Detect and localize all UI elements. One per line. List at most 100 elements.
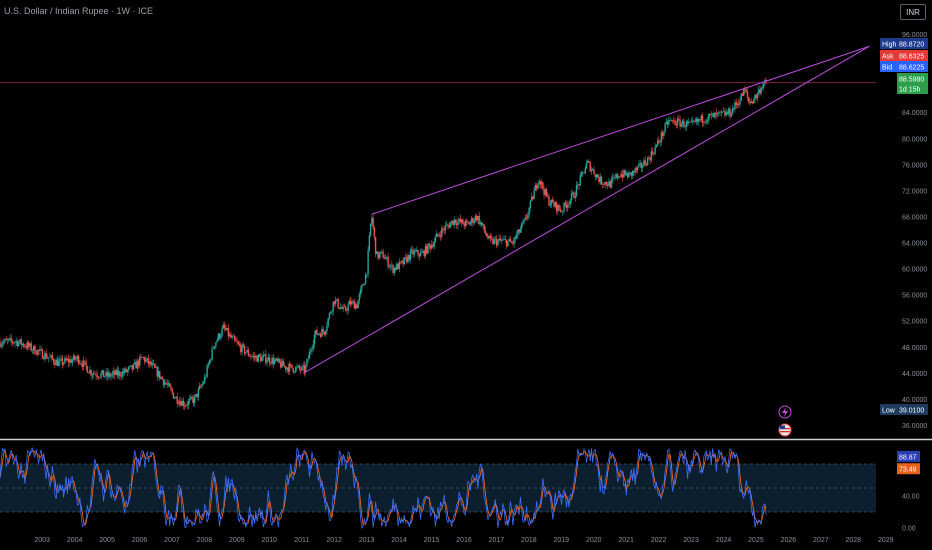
candle-body bbox=[719, 111, 721, 113]
candle-body bbox=[241, 344, 243, 353]
candle-body bbox=[665, 121, 668, 124]
price-tick-label: 56.0000 bbox=[902, 293, 927, 300]
candle-body bbox=[329, 312, 332, 314]
candle-body bbox=[341, 307, 343, 309]
candle-body bbox=[306, 359, 308, 366]
candle-body bbox=[222, 325, 225, 329]
candle-body bbox=[176, 396, 178, 404]
candle-body bbox=[686, 121, 689, 124]
candle-body bbox=[699, 119, 701, 121]
price-tick-label: 52.0000 bbox=[902, 319, 927, 326]
candle-body bbox=[689, 121, 691, 123]
candle-body bbox=[598, 177, 600, 182]
candle-body bbox=[170, 386, 172, 390]
candle-body bbox=[272, 357, 274, 365]
candle-body bbox=[351, 301, 353, 305]
candle-body bbox=[150, 361, 152, 366]
candle-body bbox=[121, 371, 123, 377]
candle-body bbox=[691, 120, 694, 122]
candle-body bbox=[188, 398, 191, 401]
candle-body bbox=[303, 365, 306, 373]
price-tick-label: 76.0000 bbox=[902, 162, 927, 169]
candle-body bbox=[197, 389, 200, 398]
candle-body bbox=[85, 361, 87, 367]
candle-body bbox=[736, 103, 739, 105]
candle-body bbox=[318, 333, 321, 335]
candle-body bbox=[473, 220, 475, 224]
candle-body bbox=[729, 108, 731, 117]
candle-body bbox=[175, 396, 177, 399]
us-flag-icon[interactable] bbox=[778, 423, 792, 437]
candle-body bbox=[240, 345, 242, 353]
price-tick-label: 36.0000 bbox=[902, 423, 927, 430]
candle-body bbox=[315, 330, 317, 335]
candle-body bbox=[673, 120, 675, 121]
candle-body bbox=[570, 193, 573, 200]
candle-body bbox=[154, 364, 156, 368]
candle-body bbox=[26, 342, 29, 348]
candle-body bbox=[524, 217, 527, 220]
currency-button[interactable]: INR bbox=[900, 4, 926, 20]
candle-body bbox=[217, 333, 220, 340]
candle-body bbox=[474, 216, 477, 221]
candle-body bbox=[13, 342, 15, 344]
candle-body bbox=[584, 168, 586, 174]
candle-body bbox=[174, 398, 176, 399]
candle-body bbox=[193, 396, 196, 404]
candle-body bbox=[569, 199, 571, 205]
candle-body bbox=[92, 373, 95, 375]
candle-body bbox=[754, 95, 756, 100]
candle-body bbox=[286, 367, 288, 370]
candle-body bbox=[32, 345, 35, 351]
time-tick-label: 2019 bbox=[553, 537, 569, 544]
candle-body bbox=[413, 251, 415, 255]
candle bbox=[589, 161, 591, 173]
candle-body bbox=[47, 357, 50, 359]
candle-body bbox=[489, 235, 492, 239]
candle-body bbox=[97, 376, 100, 378]
candle-body bbox=[568, 204, 570, 205]
lightning-icon[interactable] bbox=[778, 405, 792, 419]
high-tag-value: 88.8720 bbox=[899, 42, 924, 49]
candle bbox=[86, 365, 89, 373]
time-tick-label: 2011 bbox=[294, 537, 309, 544]
candle-body bbox=[639, 162, 641, 164]
candle-body bbox=[250, 356, 252, 357]
candle-body bbox=[237, 342, 240, 344]
candle-body bbox=[615, 174, 618, 178]
candle-body bbox=[520, 223, 523, 230]
candle-body bbox=[307, 358, 309, 360]
candle-body bbox=[411, 249, 413, 251]
candle-body bbox=[187, 400, 190, 406]
candle-body bbox=[528, 207, 530, 215]
candle-body bbox=[599, 176, 601, 182]
candle-body bbox=[711, 113, 714, 115]
candle-body bbox=[684, 126, 686, 128]
candle-body bbox=[10, 337, 12, 341]
candle-body bbox=[362, 285, 364, 286]
candle-body bbox=[96, 375, 99, 377]
candle-body bbox=[357, 300, 359, 309]
candle-body bbox=[458, 218, 460, 222]
candle-body bbox=[626, 173, 629, 178]
candle-body bbox=[44, 353, 46, 360]
candle-body bbox=[653, 153, 655, 155]
ask-tag-value: 88.6325 bbox=[899, 54, 924, 61]
time-tick-label: 2027 bbox=[813, 537, 829, 544]
candle bbox=[291, 364, 293, 369]
candle-body bbox=[218, 333, 221, 339]
candle-body bbox=[352, 301, 354, 302]
chart-canvas[interactable]: U.S. Dollar / Indian Rupee · 1W · ICE 36… bbox=[0, 0, 932, 550]
candle-body bbox=[452, 220, 454, 225]
candle-body bbox=[494, 238, 497, 240]
candle-body bbox=[99, 377, 101, 378]
candle bbox=[132, 363, 135, 371]
candle-body bbox=[572, 192, 574, 194]
candle-body bbox=[705, 121, 707, 123]
candle-body bbox=[252, 355, 255, 357]
candle-body bbox=[23, 343, 25, 347]
candle-body bbox=[646, 157, 649, 166]
candle-body bbox=[180, 401, 182, 406]
candle-body bbox=[267, 357, 269, 361]
candle-body bbox=[233, 336, 236, 340]
